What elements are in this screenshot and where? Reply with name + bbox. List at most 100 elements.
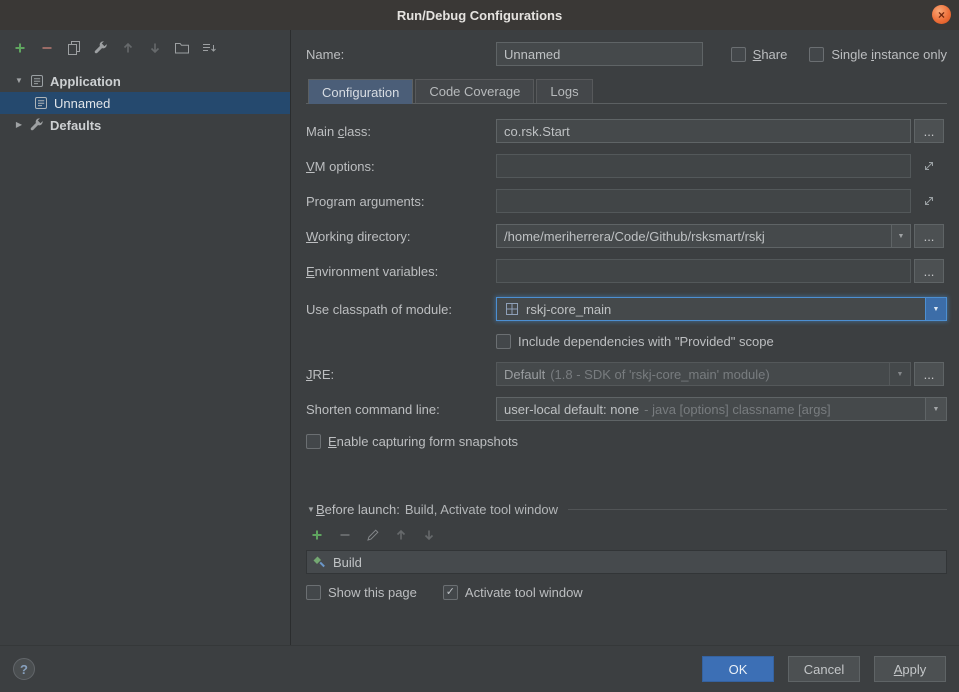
add-task-button[interactable]: [308, 526, 326, 544]
gutter: ...: [911, 119, 947, 143]
close-icon: ×: [938, 9, 945, 21]
move-task-up-button[interactable]: [392, 526, 410, 544]
before-launch-toolbar: [308, 526, 947, 544]
run-debug-configurations-dialog: Run/Debug Configurations ×: [0, 0, 959, 692]
shorten-command-line-value: user-local default: none: [504, 402, 639, 417]
close-button[interactable]: ×: [932, 5, 951, 24]
show-this-page-option: Show this page: [306, 585, 417, 600]
tab-configuration[interactable]: Configuration: [308, 79, 413, 104]
configuration-tab-panel: Main class: co.rsk.Start ... VM options:: [306, 104, 947, 462]
sort-configurations-button[interactable]: [200, 39, 218, 57]
remove-configuration-button[interactable]: [38, 39, 56, 57]
tree-node-label: Application: [50, 74, 121, 89]
vm-options-label: VM options:: [306, 159, 496, 174]
copy-configuration-button[interactable]: [65, 39, 83, 57]
arrow-up-icon: [393, 527, 409, 543]
move-up-button[interactable]: [119, 39, 137, 57]
program-arguments-field[interactable]: [496, 189, 911, 213]
move-down-button[interactable]: [146, 39, 164, 57]
expand-program-arguments-button[interactable]: [920, 192, 938, 210]
apply-button[interactable]: Apply: [874, 656, 946, 682]
module-icon: [504, 301, 520, 317]
expand-vm-options-button[interactable]: [920, 157, 938, 175]
help-button[interactable]: ?: [13, 658, 35, 680]
include-provided-checkbox[interactable]: [496, 334, 511, 349]
name-row: Name: Share Single instance only: [306, 42, 947, 66]
enable-capturing-label: Enable capturing form snapshots: [328, 434, 518, 449]
working-directory-field[interactable]: /home/meriherrera/Code/Github/rsksmart/r…: [496, 224, 911, 248]
arrow-down-icon: [147, 40, 163, 56]
ok-button[interactable]: OK: [702, 656, 774, 682]
environment-variables-label: Environment variables:: [306, 264, 496, 279]
working-directory-browse-button[interactable]: ...: [914, 224, 944, 248]
main-class-row: Main class: co.rsk.Start ...: [306, 119, 947, 143]
vm-options-field[interactable]: [496, 154, 911, 178]
environment-variables-field[interactable]: [496, 259, 911, 283]
classpath-module-combo[interactable]: rskj-core_main ▼: [496, 297, 947, 321]
main-class-browse-button[interactable]: ...: [914, 119, 944, 143]
tree-node-unnamed[interactable]: Unnamed: [0, 92, 290, 114]
chevron-down-icon: ▼: [306, 506, 316, 514]
enable-capturing-checkbox[interactable]: [306, 434, 321, 449]
add-configuration-button[interactable]: [11, 39, 29, 57]
remove-task-button[interactable]: [336, 526, 354, 544]
pencil-icon: [365, 527, 381, 543]
folder-icon: [174, 40, 190, 56]
task-label: Build: [333, 555, 362, 570]
arrow-down-icon: [421, 527, 437, 543]
before-launch-title: Before launch:: [316, 502, 400, 517]
show-this-page-checkbox[interactable]: [306, 585, 321, 600]
cancel-button[interactable]: Cancel: [788, 656, 860, 682]
sort-icon: [201, 40, 217, 56]
edit-defaults-button[interactable]: [92, 39, 110, 57]
jre-browse-button[interactable]: ...: [914, 362, 944, 386]
tree-node-label: Defaults: [50, 118, 101, 133]
environment-variables-browse-button[interactable]: ...: [914, 259, 944, 283]
working-directory-row: Working directory: /home/meriherrera/Cod…: [306, 224, 947, 248]
gutter: ...: [911, 362, 947, 386]
jre-combo[interactable]: Default (1.8 - SDK of 'rskj-core_main' m…: [496, 362, 911, 386]
chevron-down-icon[interactable]: ▼: [925, 298, 946, 320]
single-instance-checkbox[interactable]: [809, 47, 824, 62]
tab-code-coverage[interactable]: Code Coverage: [415, 79, 534, 103]
classpath-module-label: Use classpath of module:: [306, 302, 496, 317]
configurations-tree: ▼ Application Unnamed ▶ Defaults: [0, 66, 290, 645]
classpath-module-row: Use classpath of module: rskj-core_main …: [306, 297, 947, 321]
working-directory-label: Working directory:: [306, 229, 496, 244]
environment-variables-row: Environment variables: ...: [306, 259, 947, 283]
expand-icon: [921, 158, 937, 174]
program-arguments-label: Program arguments:: [306, 194, 496, 209]
activate-tool-window-checkbox[interactable]: ✓: [443, 585, 458, 600]
before-launch-task-build[interactable]: Build: [307, 551, 946, 573]
vm-options-row: VM options:: [306, 154, 947, 178]
minus-icon: [39, 40, 55, 56]
before-launch-header[interactable]: ▼ Before launch: Build, Activate tool wi…: [306, 502, 947, 517]
chevron-down-icon[interactable]: ▼: [891, 225, 910, 247]
chevron-down-icon[interactable]: ▼: [925, 398, 946, 420]
chevron-down-icon[interactable]: ▼: [889, 363, 910, 385]
edit-task-button[interactable]: [364, 526, 382, 544]
titlebar: Run/Debug Configurations ×: [0, 0, 959, 30]
gutter: [911, 157, 947, 175]
name-input[interactable]: [496, 42, 703, 66]
main-class-field[interactable]: co.rsk.Start: [496, 119, 911, 143]
chevron-right-icon[interactable]: ▶: [14, 121, 24, 129]
tree-node-application[interactable]: ▼ Application: [0, 70, 290, 92]
wrench-icon: [29, 117, 45, 133]
create-folder-button[interactable]: [173, 39, 191, 57]
include-provided-row: Include dependencies with "Provided" sco…: [306, 332, 947, 350]
chevron-down-icon[interactable]: ▼: [14, 77, 24, 85]
arrow-up-icon: [120, 40, 136, 56]
activate-tool-window-option: ✓ Activate tool window: [443, 585, 583, 600]
main-class-label: Main class:: [306, 124, 496, 139]
tab-logs[interactable]: Logs: [536, 79, 592, 103]
configurations-sidebar: ▼ Application Unnamed ▶ Defaults: [0, 30, 291, 645]
tree-node-label: Unnamed: [54, 96, 110, 111]
tree-node-defaults[interactable]: ▶ Defaults: [0, 114, 290, 136]
main-class-value: co.rsk.Start: [504, 124, 570, 139]
application-config-icon: [29, 73, 45, 89]
shorten-command-line-combo[interactable]: user-local default: none - java [options…: [496, 397, 947, 421]
share-checkbox[interactable]: [731, 47, 746, 62]
move-task-down-button[interactable]: [420, 526, 438, 544]
single-instance-option: Single instance only: [809, 47, 947, 62]
